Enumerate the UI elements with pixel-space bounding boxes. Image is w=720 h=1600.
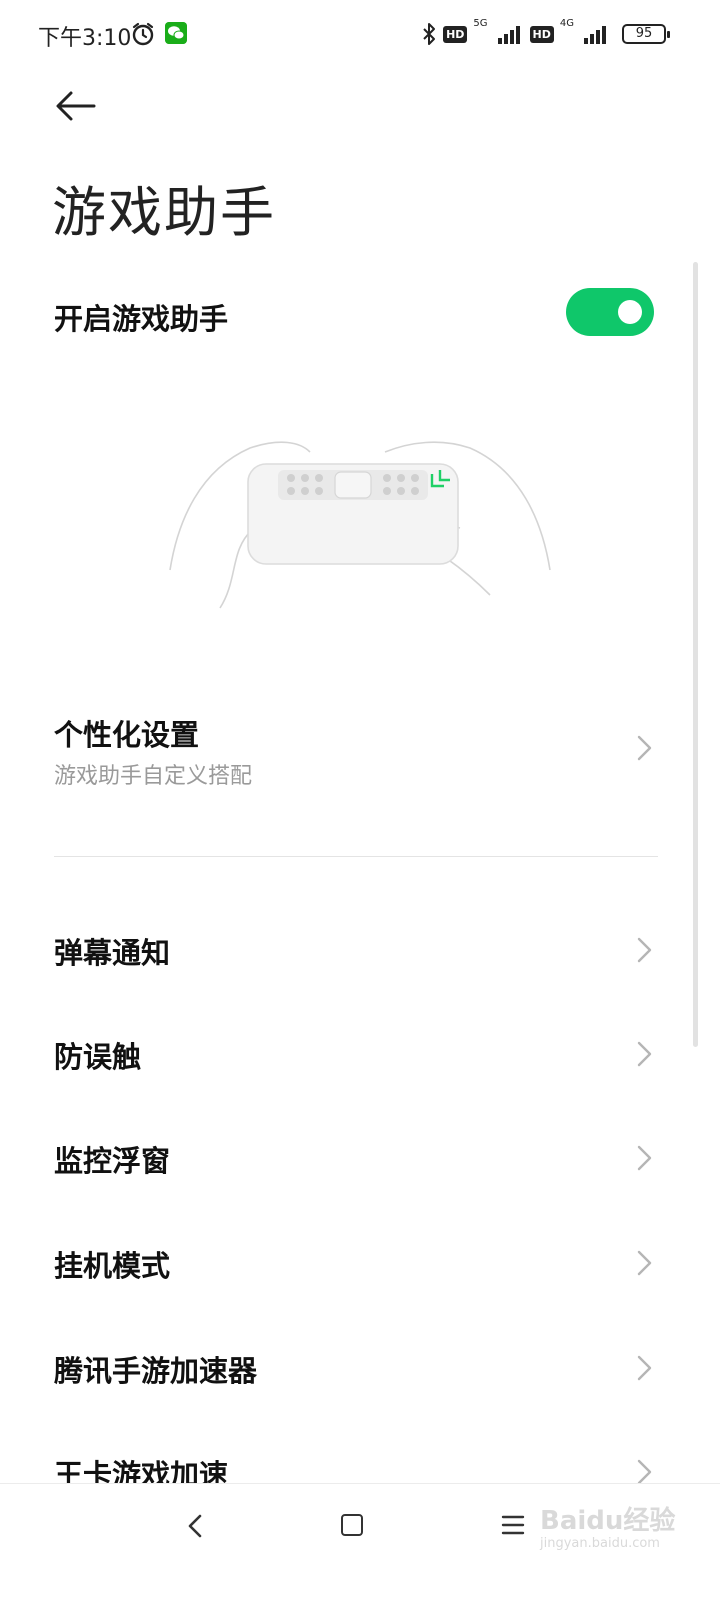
- game-controller-illustration: [169, 441, 551, 609]
- personalize-settings-label: 个性化设置: [54, 718, 200, 752]
- hd-badge-2: HD: [529, 25, 554, 43]
- signal-icon: [497, 26, 520, 44]
- tencent-game-accelerator-row[interactable]: 腾讯手游加速器: [0, 1338, 720, 1402]
- list-item-label: 弹幕通知: [54, 936, 171, 970]
- personalize-settings-row[interactable]: 个性化设置 游戏助手自定义搭配: [0, 700, 720, 810]
- page-title: 游戏助手: [52, 181, 276, 244]
- alarm-icon: [132, 22, 154, 46]
- status-time: 下午3:10: [38, 26, 132, 51]
- back-arrow-icon[interactable]: [50, 84, 102, 128]
- wechat-icon: [165, 22, 187, 44]
- chevron-right-icon: [637, 937, 652, 963]
- chevron-right-icon: [637, 1145, 652, 1171]
- watermark-brand: Baidu经验: [540, 1506, 676, 1536]
- system-navigation-bar: Baidu经验 jingyan.baidu.com: [0, 1483, 720, 1600]
- watermark-url: jingyan.baidu.com: [540, 1536, 660, 1551]
- baidu-watermark: Baidu经验 jingyan.baidu.com: [540, 1492, 680, 1552]
- chevron-right-icon: [637, 1250, 652, 1276]
- list-item-label: 防误触: [54, 1040, 142, 1074]
- signal-icon-2: [584, 26, 606, 44]
- chevron-right-icon: [637, 1355, 652, 1381]
- chevron-right-icon: [637, 735, 652, 761]
- list-item-label: 腾讯手游加速器: [54, 1354, 258, 1388]
- list-item-label: 监控浮窗: [54, 1144, 171, 1178]
- danmu-notification-row[interactable]: 弹幕通知: [0, 920, 720, 984]
- personalize-settings-subtitle: 游戏助手自定义搭配: [54, 764, 253, 789]
- nav-home-icon[interactable]: [341, 1514, 363, 1536]
- enable-game-assistant-row[interactable]: 开启游戏助手: [0, 280, 720, 350]
- section-divider: [54, 856, 658, 857]
- chevron-right-icon: [637, 1041, 652, 1067]
- bluetooth-icon: [423, 23, 436, 45]
- status-indicators: HD 5G HD 4G 95: [421, 18, 670, 48]
- status-bar: 下午3:10 HD 5G HD 4G 95: [0, 0, 720, 70]
- nav-menu-icon[interactable]: [501, 1513, 525, 1537]
- scrollbar[interactable]: [693, 262, 698, 1047]
- battery-indicator: 95: [622, 24, 670, 44]
- toggle-label: 开启游戏助手: [54, 302, 229, 336]
- hd-badge: HD: [443, 25, 468, 43]
- monitor-floating-window-row[interactable]: 监控浮窗: [0, 1128, 720, 1192]
- enable-toggle-switch[interactable]: [566, 288, 654, 336]
- idle-mode-row[interactable]: 挂机模式: [0, 1233, 720, 1297]
- anti-mistouch-row[interactable]: 防误触: [0, 1024, 720, 1088]
- network-type-label-2: 4G: [559, 18, 574, 29]
- network-type-label: 5G: [473, 18, 488, 29]
- list-item-label: 挂机模式: [54, 1249, 171, 1283]
- nav-back-icon[interactable]: [180, 1510, 210, 1542]
- toggle-knob: [618, 300, 642, 324]
